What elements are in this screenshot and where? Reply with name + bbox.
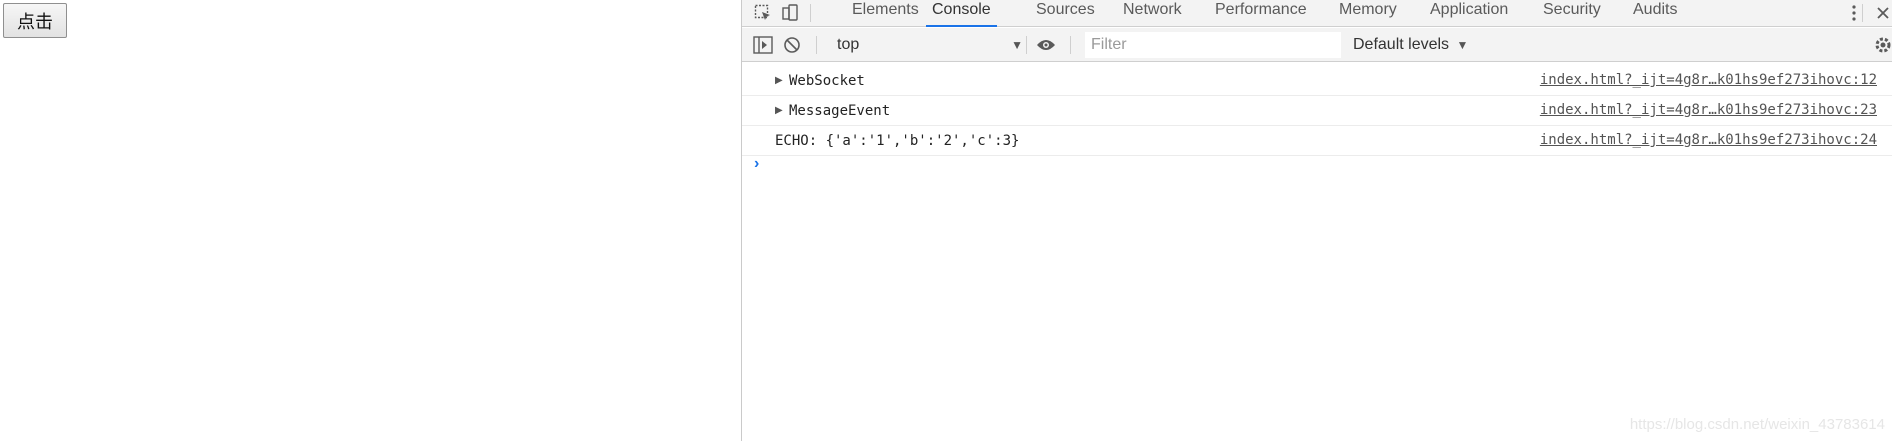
live-expression-eye-icon[interactable]	[1033, 32, 1059, 58]
show-sidebar-icon[interactable]	[750, 32, 776, 58]
tab-sources[interactable]: Sources	[1030, 0, 1101, 26]
devtools-panel: Elements Console Sources Network Perform…	[741, 0, 1892, 441]
click-button[interactable]: 点击	[3, 3, 67, 38]
source-link[interactable]: index.html?_ijt=4g8r…k01hs9ef273ihovc:12	[1540, 72, 1877, 88]
tab-application[interactable]: Application	[1424, 0, 1514, 26]
tab-elements[interactable]: Elements	[846, 0, 925, 26]
watermark-text: https://blog.csdn.net/weixin_43783614	[1629, 416, 1885, 433]
toolbar-divider	[816, 36, 817, 54]
tab-performance[interactable]: Performance	[1209, 0, 1313, 26]
console-message[interactable]: ▶ MessageEvent index.html?_ijt=4g8r…k01h…	[742, 96, 1892, 126]
inspect-element-icon[interactable]	[750, 0, 776, 26]
more-options-icon[interactable]	[1841, 0, 1867, 26]
caret-down-icon: ▼	[1456, 38, 1469, 52]
page-viewport: 点击	[0, 0, 741, 441]
expand-triangle-icon[interactable]: ▶	[775, 105, 783, 116]
tab-console[interactable]: Console	[926, 0, 997, 27]
context-selector[interactable]: top ▼	[833, 33, 1023, 57]
toolbar-divider	[1070, 36, 1071, 54]
device-toolbar-icon[interactable]	[777, 0, 803, 26]
expand-triangle-icon[interactable]: ▶	[775, 75, 783, 86]
levels-label: Default levels	[1353, 36, 1450, 53]
tab-network[interactable]: Network	[1117, 0, 1188, 26]
settings-gear-icon[interactable]	[1873, 32, 1892, 58]
close-devtools-icon[interactable]	[1873, 0, 1892, 26]
console-message[interactable]: ▶ WebSocket index.html?_ijt=4g8r…k01hs9e…	[742, 66, 1892, 96]
console-messages: ▶ WebSocket index.html?_ijt=4g8r…k01hs9e…	[742, 63, 1892, 441]
context-value: top	[837, 36, 860, 53]
caret-down-icon: ▼	[1011, 38, 1023, 52]
toolbar-divider	[1026, 36, 1027, 54]
message-text: ECHO: {'a':'1','b':'2','c':3}	[775, 133, 1020, 149]
devtools-tabbar: Elements Console Sources Network Perform…	[742, 0, 1892, 27]
message-text: WebSocket	[789, 73, 865, 89]
tab-audits[interactable]: Audits	[1627, 0, 1683, 26]
tabbar-divider	[810, 4, 811, 22]
tab-memory[interactable]: Memory	[1333, 0, 1403, 26]
filter-input[interactable]	[1085, 32, 1341, 58]
clear-console-icon[interactable]	[779, 32, 805, 58]
tab-security[interactable]: Security	[1537, 0, 1607, 26]
source-link[interactable]: index.html?_ijt=4g8r…k01hs9ef273ihovc:24	[1540, 132, 1877, 148]
source-link[interactable]: index.html?_ijt=4g8r…k01hs9ef273ihovc:23	[1540, 102, 1877, 118]
message-text: MessageEvent	[789, 103, 891, 119]
log-levels-dropdown[interactable]: Default levels ▼	[1353, 33, 1468, 57]
console-toolbar: top ▼ Default levels ▼	[742, 28, 1892, 62]
console-message: ECHO: {'a':'1','b':'2','c':3} index.html…	[742, 126, 1892, 156]
console-prompt[interactable]: ›	[754, 155, 759, 173]
